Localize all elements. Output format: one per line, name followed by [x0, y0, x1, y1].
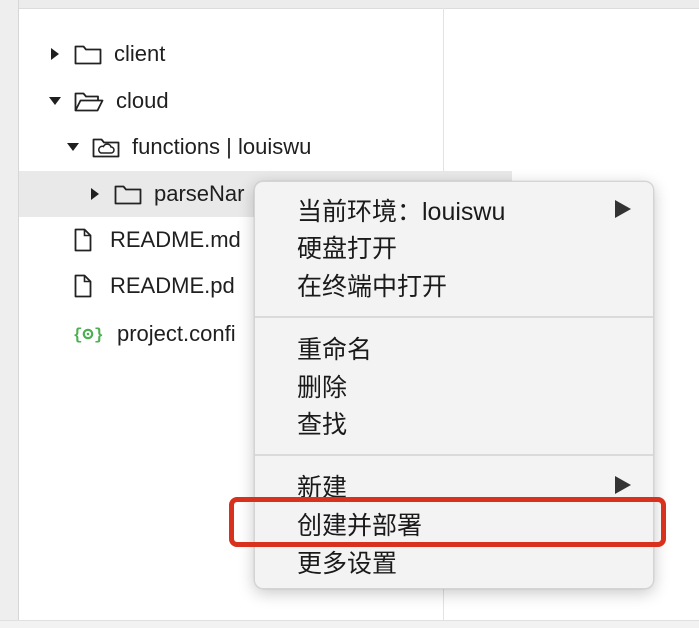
- collapse-arrow-icon[interactable]: [48, 94, 62, 108]
- menu-item-label: 重命名: [297, 336, 373, 364]
- file-icon: [74, 228, 92, 252]
- folder-open-icon: [74, 90, 104, 112]
- folder-icon: [114, 183, 142, 205]
- menu-item-label: 查找: [297, 411, 348, 439]
- highlight-annotation: [229, 497, 666, 547]
- menu-item-label: 删除: [297, 374, 348, 402]
- menu-item-more-settings[interactable]: 更多设置: [255, 544, 653, 580]
- svg-text:{: {: [73, 326, 83, 344]
- menu-separator: [255, 316, 653, 318]
- menu-separator: [255, 454, 653, 456]
- menu-item-open-in-terminal[interactable]: 在终端中打开: [255, 267, 653, 303]
- tree-item-label: functions | louiswu: [132, 134, 312, 159]
- expand-arrow-icon[interactable]: [48, 47, 62, 61]
- cloud-folder-icon: [92, 136, 120, 158]
- submenu-arrow-icon: [615, 476, 631, 494]
- tree-item-label: project.confi: [117, 321, 236, 346]
- svg-text:}: }: [94, 326, 103, 344]
- tree-item-label: cloud: [116, 88, 169, 113]
- menu-item-open-in-finder[interactable]: 硬盘打开: [255, 229, 653, 265]
- tree-item-label: client: [114, 41, 166, 66]
- json-config-icon: { }: [73, 323, 103, 345]
- tree-item-client[interactable]: client: [19, 31, 472, 77]
- menu-item-find[interactable]: 查找: [255, 405, 653, 441]
- menu-item-rename[interactable]: 重命名: [255, 330, 653, 366]
- menu-item-label: 在终端中打开: [297, 273, 448, 301]
- menu-item-label: 硬盘打开: [297, 235, 398, 263]
- left-border: [0, 0, 19, 627]
- tree-item-label: parseNar: [154, 181, 245, 206]
- file-icon: [74, 274, 92, 298]
- menu-item-label: 当前环境：louiswu: [297, 198, 506, 226]
- menu-item-current-environment[interactable]: 当前环境：louiswu: [255, 192, 653, 228]
- menu-item-label: 更多设置: [297, 550, 398, 578]
- tree-item-label: README.pd: [110, 273, 235, 298]
- top-border: [0, 0, 699, 9]
- tree-item-cloud[interactable]: cloud: [19, 78, 472, 124]
- tree-item-label: README.md: [110, 227, 241, 252]
- submenu-arrow-icon: [615, 200, 631, 218]
- tree-item-functions[interactable]: functions | louiswu: [19, 124, 490, 170]
- expand-arrow-icon[interactable]: [88, 187, 102, 201]
- folder-icon: [74, 43, 102, 65]
- menu-item-delete[interactable]: 删除: [255, 368, 653, 404]
- collapse-arrow-icon[interactable]: [66, 140, 80, 154]
